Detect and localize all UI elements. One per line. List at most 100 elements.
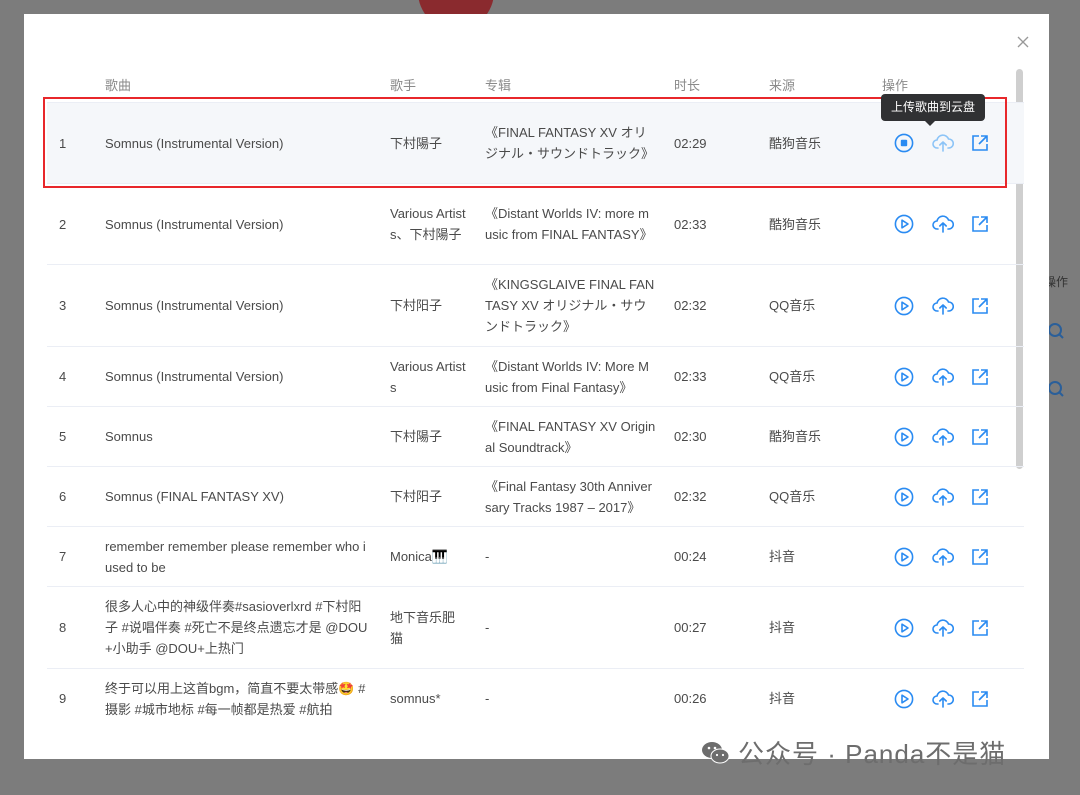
song-title: Somnus: [105, 406, 390, 467]
album-name: 《KINGSGLAIVE FINAL FANTASY XV オリジナル・サウンド…: [485, 264, 674, 347]
source: 抖音: [769, 526, 882, 587]
source: QQ音乐: [769, 466, 882, 527]
watermark: 公众号 · Panda不是猫: [700, 734, 1006, 771]
row-actions: [882, 586, 1024, 669]
duration: 02:33: [674, 346, 769, 407]
external-link-icon[interactable]: [970, 487, 990, 507]
artist-name: Monica🎹: [390, 526, 485, 587]
external-link-icon[interactable]: [970, 547, 990, 567]
play-icon[interactable]: [894, 487, 914, 507]
cloud-upload-icon[interactable]: [932, 427, 955, 447]
row-index: 3: [47, 264, 105, 347]
row-index: 2: [47, 183, 105, 265]
external-link-icon[interactable]: [970, 618, 990, 638]
table-row[interactable]: 7 remember remember please remember who i…: [47, 526, 1024, 587]
external-link-icon[interactable]: [970, 367, 990, 387]
header-album: 专辑: [485, 77, 512, 93]
stop-icon[interactable]: [894, 133, 914, 153]
song-title: 很多人心中的神级伴奏#sasioverlxrd #下村阳子 #说唱伴奏 #死亡不…: [105, 586, 390, 669]
song-title: Somnus (Instrumental Version): [105, 264, 390, 347]
play-icon[interactable]: [894, 427, 914, 447]
row-actions: [882, 406, 1024, 467]
album-name: 《FINAL FANTASY XV Original Soundtrack》: [485, 406, 674, 467]
artist-name: 下村陽子: [390, 406, 485, 467]
cloud-upload-icon[interactable]: [932, 487, 955, 507]
header-duration: 时长: [674, 77, 701, 93]
external-link-icon[interactable]: [970, 214, 990, 234]
row-actions: [882, 264, 1024, 347]
song-title: remember remember please remember who i …: [105, 526, 390, 587]
row-actions: [882, 183, 1024, 265]
artist-name: 下村阳子: [390, 264, 485, 347]
artist-name: 下村阳子: [390, 466, 485, 527]
cloud-upload-icon[interactable]: [932, 618, 955, 638]
duration: 00:24: [674, 526, 769, 587]
row-index: 5: [47, 406, 105, 467]
play-icon[interactable]: [894, 689, 914, 709]
cloud-upload-icon[interactable]: [932, 367, 955, 387]
play-icon[interactable]: [894, 618, 914, 638]
album-name: -: [485, 586, 674, 669]
duration: 00:26: [674, 668, 769, 729]
row-actions: [882, 526, 1024, 587]
row-actions: [882, 346, 1024, 407]
external-link-icon[interactable]: [970, 689, 990, 709]
upload-tooltip: 上传歌曲到云盘: [881, 94, 986, 126]
wechat-icon: [702, 741, 730, 763]
table-row[interactable]: 3 Somnus (Instrumental Version) 下村阳子 《KINGS…: [47, 264, 1024, 347]
table-header: 歌曲 歌手 专辑 时长 来源 操作: [47, 66, 1024, 103]
row-index: 8: [47, 586, 105, 669]
header-index: [47, 66, 105, 103]
row-index: 7: [47, 526, 105, 587]
close-icon[interactable]: [1015, 34, 1031, 50]
source: QQ音乐: [769, 264, 882, 347]
row-actions: [882, 466, 1024, 527]
source: 酷狗音乐: [769, 102, 882, 184]
search-results-dialog: 歌曲 歌手 专辑 时长 来源 操作 1 Somnus (Instrumental …: [24, 14, 1049, 759]
external-link-icon[interactable]: [970, 133, 990, 153]
album-name: 《Final Fantasy 30th Anniversary Tracks 1…: [485, 466, 674, 527]
play-icon[interactable]: [894, 214, 914, 234]
external-link-icon[interactable]: [970, 427, 990, 447]
row-index: 1: [47, 102, 105, 184]
table-row[interactable]: 6 Somnus (FINAL FANTASY XV) 下村阳子 《Final Fan…: [47, 466, 1024, 527]
table-row[interactable]: 4 Somnus (Instrumental Version) Various Ar…: [47, 346, 1024, 407]
album-name: -: [485, 668, 674, 729]
background-search-icons: [1048, 323, 1064, 397]
table-row[interactable]: 9 终于可以用上这首bgm，简直不要太带感🤩 #摄影 #城市地标 #每一帧都是热爱…: [47, 668, 1024, 729]
row-index: 6: [47, 466, 105, 527]
source: 抖音: [769, 586, 882, 669]
album-name: -: [485, 526, 674, 587]
duration: 02:32: [674, 466, 769, 527]
duration: 02:29: [674, 102, 769, 184]
table-row[interactable]: 2 Somnus (Instrumental Version) Various Ar…: [47, 183, 1024, 265]
cloud-upload-icon[interactable]: [932, 547, 955, 567]
cloud-upload-icon[interactable]: [932, 133, 955, 153]
play-icon[interactable]: [894, 547, 914, 567]
row-index: 4: [47, 346, 105, 407]
source: 酷狗音乐: [769, 406, 882, 467]
cloud-upload-icon[interactable]: [932, 214, 955, 234]
artist-name: somnus*: [390, 668, 485, 729]
header-artist: 歌手: [390, 77, 417, 93]
table-row[interactable]: 5 Somnus 下村陽子 《FINAL FANTASY XV Original So…: [47, 406, 1024, 467]
cloud-upload-icon[interactable]: [932, 689, 955, 709]
table-row[interactable]: 1 Somnus (Instrumental Version) 下村陽子 《FINAL…: [47, 102, 1024, 184]
artist-name: 下村陽子: [390, 102, 485, 184]
artist-name: 地下音乐肥猫: [390, 586, 485, 669]
play-icon[interactable]: [894, 367, 914, 387]
duration: 00:27: [674, 586, 769, 669]
album-name: 《Distant Worlds IV: More Music from Fina…: [485, 346, 674, 407]
external-link-icon[interactable]: [970, 296, 990, 316]
song-title: Somnus (Instrumental Version): [105, 102, 390, 184]
header-source: 来源: [769, 77, 796, 93]
play-icon[interactable]: [894, 296, 914, 316]
artist-name: Various Artists: [390, 346, 485, 407]
row-index: 9: [47, 668, 105, 729]
song-title: Somnus (Instrumental Version): [105, 183, 390, 265]
table-row[interactable]: 8 很多人心中的神级伴奏#sasioverlxrd #下村阳子 #说唱伴奏 #死亡…: [47, 586, 1024, 669]
source: QQ音乐: [769, 346, 882, 407]
cloud-upload-icon[interactable]: [932, 296, 955, 316]
artist-name: Various Artists、下村陽子: [390, 183, 485, 265]
song-title: 终于可以用上这首bgm，简直不要太带感🤩 #摄影 #城市地标 #每一帧都是热爱 …: [105, 668, 390, 729]
